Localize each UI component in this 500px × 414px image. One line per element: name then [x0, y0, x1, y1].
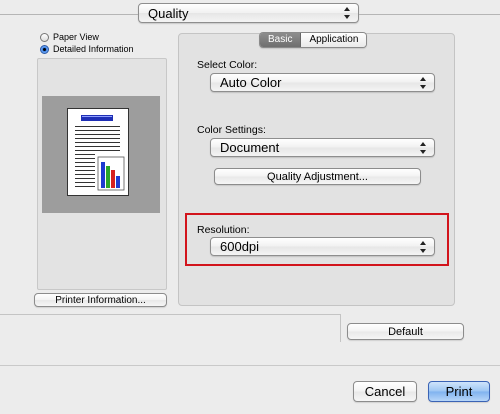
preset-section-popup[interactable]: Quality: [138, 3, 359, 23]
header-divider-right: [359, 14, 500, 15]
radio-detailed-information[interactable]: Detailed Information: [40, 44, 134, 54]
settings-divider: [0, 314, 340, 315]
tab-basic[interactable]: Basic: [260, 33, 302, 47]
tab-application[interactable]: Application: [301, 33, 367, 47]
popup-arrows-icon: [420, 141, 428, 154]
select-color-popup[interactable]: Auto Color: [210, 73, 435, 92]
printer-information-button[interactable]: Printer Information...: [34, 293, 167, 307]
paper-thumbnail-icon: [67, 108, 129, 196]
header-divider: [0, 14, 138, 15]
quality-adjustment-button[interactable]: Quality Adjustment...: [214, 168, 421, 185]
color-settings-label: Color Settings:: [197, 124, 266, 136]
popup-arrows-icon: [344, 7, 352, 19]
quality-adjustment-label: Quality Adjustment...: [267, 170, 368, 183]
resolution-value: 600dpi: [220, 239, 260, 254]
preset-section-value: Quality: [148, 5, 189, 21]
popup-arrows-icon: [420, 76, 428, 89]
cancel-button[interactable]: Cancel: [353, 381, 417, 402]
color-settings-popup[interactable]: Document: [210, 138, 435, 157]
select-color-value: Auto Color: [220, 75, 282, 90]
color-settings-value: Document: [220, 140, 280, 155]
radio-detailed-information-label: Detailed Information: [53, 44, 134, 54]
resolution-popup[interactable]: 600dpi: [210, 237, 435, 256]
default-label: Default: [388, 325, 423, 338]
default-button[interactable]: Default: [347, 323, 464, 340]
radio-detailed-information-indicator[interactable]: [40, 44, 49, 54]
radio-paper-view-indicator[interactable]: [40, 32, 49, 42]
print-button[interactable]: Print: [428, 381, 490, 402]
popup-arrows-icon: [420, 240, 428, 253]
select-color-label: Select Color:: [197, 59, 258, 71]
printer-information-label: Printer Information...: [55, 294, 146, 306]
print-label: Print: [445, 384, 473, 399]
tab-bar: Basic Application: [259, 32, 368, 48]
cancel-label: Cancel: [364, 384, 406, 399]
radio-paper-view-label: Paper View: [53, 32, 99, 42]
settings-divider-vertical: [340, 314, 341, 342]
footer-divider: [0, 365, 500, 366]
radio-paper-view[interactable]: Paper View: [40, 32, 99, 42]
resolution-label: Resolution:: [197, 224, 250, 236]
